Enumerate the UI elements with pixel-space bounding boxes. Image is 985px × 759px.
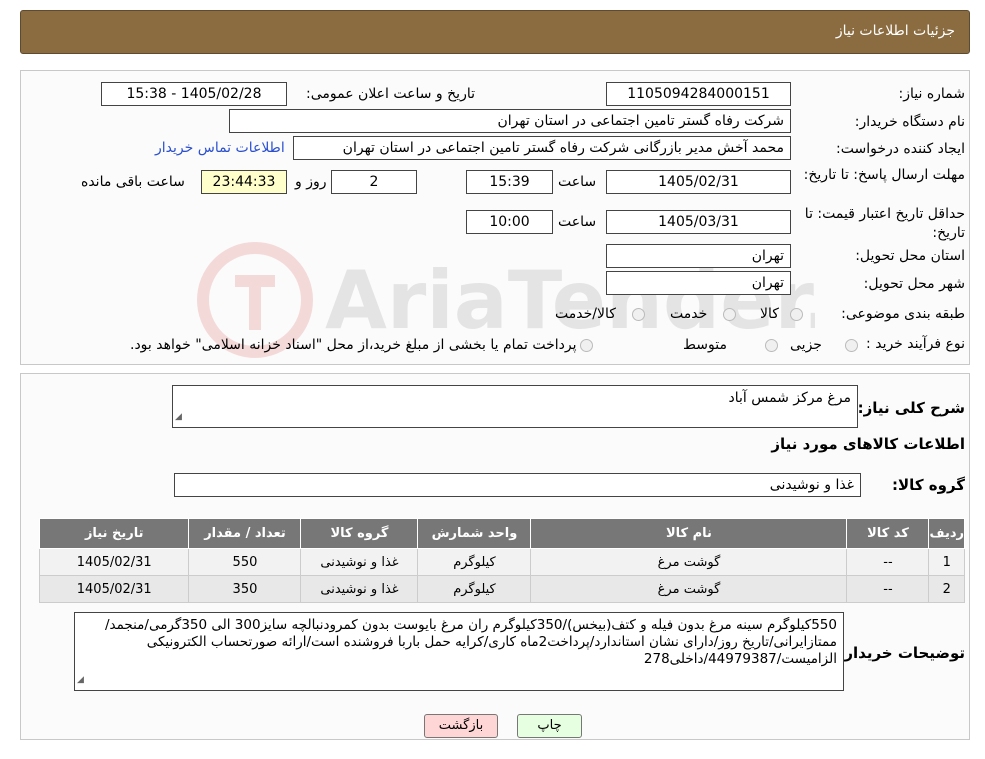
resize-grip-icon[interactable]: ◢ xyxy=(77,672,84,689)
remaining-time-field: 23:44:33 xyxy=(201,170,287,194)
remaining-label: ساعت باقی مانده xyxy=(81,174,185,190)
days-label: روز و xyxy=(295,174,327,190)
buyer-org-field: شرکت رفاه گستر تامین اجتماعی در استان ته… xyxy=(229,109,791,133)
cell-unit: کیلوگرم xyxy=(417,548,532,576)
category-label: طبقه بندی موضوعی: xyxy=(841,306,965,322)
category-option-service: خدمت xyxy=(670,306,708,322)
col-header-date: تاریخ نیاز xyxy=(38,518,190,549)
category-radio-goods-service[interactable] xyxy=(632,308,645,321)
buyer-contact-link[interactable]: اطلاعات تماس خریدار xyxy=(155,140,285,156)
requester-label: ایجاد کننده درخواست: xyxy=(836,141,965,157)
col-header-unit: واحد شمارش xyxy=(417,518,532,549)
cell-row-no: 1 xyxy=(928,548,965,576)
resize-grip-icon[interactable]: ◢ xyxy=(175,409,182,426)
process-radio-minor[interactable] xyxy=(845,339,858,352)
table-row: 1 -- گوشت مرغ کیلوگرم غذا و نوشیدنی 550 … xyxy=(38,548,965,576)
deadline-hour-label: ساعت xyxy=(558,174,597,190)
city-field: تهران xyxy=(606,271,791,295)
page-title: جزئیات اطلاعات نیاز xyxy=(835,23,955,39)
validity-hour-label: ساعت xyxy=(558,214,597,230)
requester-field: محمد آخش مدیر بازرگانی شرکت رفاه گستر تا… xyxy=(293,136,791,160)
table-row: 2 -- گوشت مرغ کیلوگرم غذا و نوشیدنی 350 … xyxy=(38,575,965,603)
price-validity-label: حداقل تاریخ اعتبار قیمت: تا تاریخ: xyxy=(804,206,965,241)
description-text: مرغ مرکز شمس آباد xyxy=(728,390,852,406)
col-header-quantity: تعداد / مقدار xyxy=(188,518,302,549)
items-table: ردیف کد کالا نام کالا واحد شمارش گروه کا… xyxy=(38,518,965,603)
goods-group-label: گروه کالا: xyxy=(892,476,965,494)
cell-group: غذا و نوشیدنی xyxy=(300,575,419,603)
process-option-medium: متوسط xyxy=(683,337,727,353)
announce-datetime-label: تاریخ و ساعت اعلان عمومی: xyxy=(306,86,475,102)
category-option-goods-service: کالا/خدمت xyxy=(555,306,616,322)
payment-note: پرداخت تمام یا بخشی از مبلغ خرید،از محل … xyxy=(130,337,577,353)
col-header-name: نام کالا xyxy=(530,518,848,549)
cell-quantity: 350 xyxy=(188,575,302,603)
cell-unit: کیلوگرم xyxy=(417,575,532,603)
buyer-notes-text: 550کیلوگرم سینه مرغ بدون فیله و کتف(بیخس… xyxy=(104,617,837,667)
description-textarea[interactable]: مرغ مرکز شمس آباد ◢ xyxy=(172,385,858,428)
col-header-row-no: ردیف xyxy=(928,518,965,549)
category-radio-service[interactable] xyxy=(723,308,736,321)
category-radio-goods[interactable] xyxy=(790,308,803,321)
col-header-code: کد کالا xyxy=(846,518,930,549)
need-number-field: 1105094284000151 xyxy=(606,82,791,106)
cell-name: گوشت مرغ xyxy=(530,575,848,603)
city-label: شهر محل تحویل: xyxy=(863,276,965,292)
category-option-goods: کالا xyxy=(760,306,779,322)
goods-group-field: غذا و نوشیدنی xyxy=(174,473,861,497)
deadline-date-field: 1405/02/31 xyxy=(606,170,791,194)
description-label: شرح کلی نیاز: xyxy=(857,399,965,417)
buyer-org-label: نام دستگاه خریدار: xyxy=(854,114,965,130)
validity-date-field: 1405/03/31 xyxy=(606,210,791,234)
validity-time-field: 10:00 xyxy=(466,210,553,234)
cell-date: 1405/02/31 xyxy=(38,575,190,603)
deadline-time-field: 15:39 xyxy=(466,170,553,194)
print-button[interactable]: چاپ xyxy=(517,714,582,738)
table-header-row: ردیف کد کالا نام کالا واحد شمارش گروه کا… xyxy=(38,518,965,549)
cell-group: غذا و نوشیدنی xyxy=(300,548,419,576)
cell-code: -- xyxy=(846,575,930,603)
back-button[interactable]: بازگشت xyxy=(424,714,498,738)
buyer-notes-label: توضیحات خریدار: xyxy=(838,644,965,662)
need-number-label: شماره نیاز: xyxy=(898,86,966,102)
cell-name: گوشت مرغ xyxy=(530,548,848,576)
page-header: جزئیات اطلاعات نیاز xyxy=(20,10,970,54)
buyer-notes-textarea[interactable]: 550کیلوگرم سینه مرغ بدون فیله و کتف(بیخس… xyxy=(74,612,844,691)
payment-checkbox[interactable] xyxy=(580,339,593,352)
col-header-group: گروه کالا xyxy=(300,518,419,549)
days-field: 2 xyxy=(331,170,417,194)
process-radio-medium[interactable] xyxy=(765,339,778,352)
province-label: استان محل تحویل: xyxy=(855,248,965,264)
goods-info-title: اطلاعات کالاهای مورد نیاز xyxy=(771,435,965,453)
cell-quantity: 550 xyxy=(188,548,302,576)
cell-date: 1405/02/31 xyxy=(38,548,190,576)
process-option-minor: جزیی xyxy=(790,337,822,353)
items-table-wrap: ردیف کد کالا نام کالا واحد شمارش گروه کا… xyxy=(38,518,965,603)
announce-datetime-field: 1405/02/28 - 15:38 xyxy=(101,82,287,106)
cell-row-no: 2 xyxy=(928,575,965,603)
cell-code: -- xyxy=(846,548,930,576)
process-type-label: نوع فرآیند خرید : xyxy=(866,336,965,352)
province-field: تهران xyxy=(606,244,791,268)
deadline-label: مهلت ارسال پاسخ: تا تاریخ: xyxy=(803,167,965,183)
